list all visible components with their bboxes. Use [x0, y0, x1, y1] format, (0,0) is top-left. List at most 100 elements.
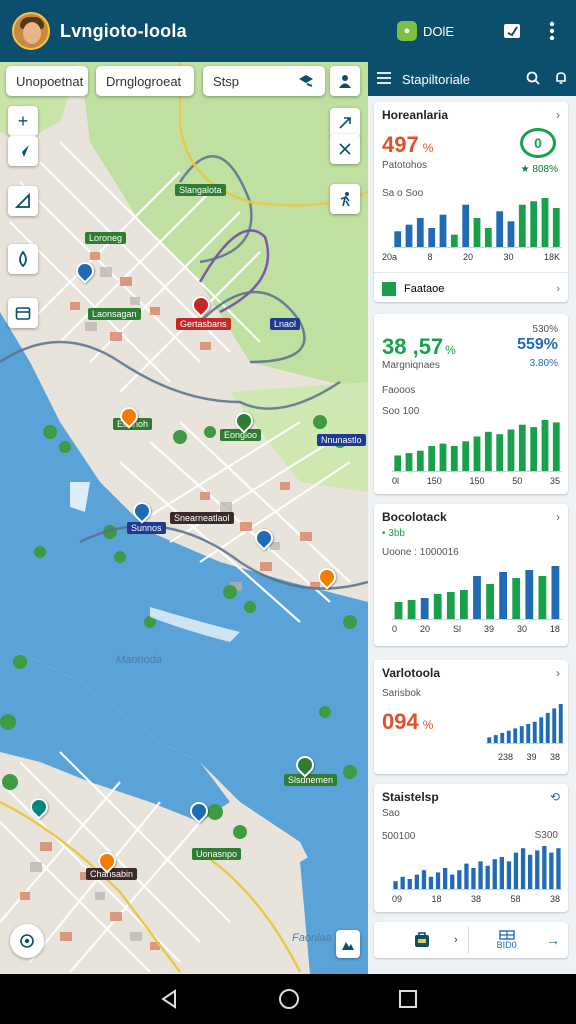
zoom-in-button[interactable]: + [8, 106, 38, 136]
stats-card[interactable]: Bocolotack › • 3bb Uoone : 1000016 0 20 … [374, 504, 568, 646]
tick-label: Sl [452, 624, 461, 634]
map-label[interactable]: Gertasbans [176, 318, 231, 330]
chevron-right-icon[interactable]: › [556, 108, 560, 122]
tick-label: 20 [462, 252, 473, 262]
chevron-right-icon[interactable]: › [454, 934, 458, 946]
chart-bar [507, 221, 515, 248]
map-label[interactable]: Lnaol [270, 318, 301, 330]
chart-bar [485, 865, 490, 890]
back-icon[interactable] [159, 989, 179, 1009]
chart-bar [530, 201, 538, 248]
chart-bar [407, 879, 412, 890]
card-footer-link[interactable]: Faataoe › [382, 282, 560, 296]
close-button[interactable] [330, 134, 360, 164]
chart-bar [496, 211, 504, 248]
bell-icon[interactable] [554, 71, 568, 88]
map-label[interactable]: Chansabin [86, 868, 138, 880]
chart-bar [506, 861, 512, 890]
chart-bar [400, 876, 405, 890]
status-chip[interactable]: ● DOlE [396, 21, 454, 41]
terrain-button[interactable] [336, 930, 360, 958]
tick-label: 35 [549, 476, 560, 486]
chart-bar [558, 704, 563, 744]
map-label[interactable]: Laonsagan [88, 308, 141, 320]
stats-card[interactable]: Horeanlaria › 497 % 0 Patotohos ★ 808% S… [374, 102, 568, 302]
map-search-input[interactable]: Stsp [203, 66, 325, 96]
chevron-right-icon[interactable]: › [556, 510, 560, 524]
chart-bar [394, 602, 403, 620]
tick-label: 38 [470, 894, 481, 904]
chart-bar [450, 234, 458, 248]
footer-link-label: Faataoe [404, 283, 445, 295]
arrow-right-icon[interactable]: → [546, 932, 560, 948]
map-label[interactable]: Uonasnpo [192, 848, 242, 860]
walk-icon [340, 192, 350, 207]
calendar-button[interactable] [8, 298, 38, 328]
compass-button[interactable] [8, 136, 38, 166]
right-val: S300 [534, 830, 558, 841]
tick-label: 150 [469, 476, 485, 486]
tick-label: 38 [549, 752, 560, 762]
legend-swatch [382, 282, 396, 296]
bar-chart [392, 198, 562, 248]
bag-icon[interactable] [412, 929, 432, 952]
layers-icon[interactable] [297, 73, 315, 90]
tick-label: 58 [510, 894, 521, 904]
map-view[interactable]: Slangalota Loroneg Laonsagan Gertasbans … [0, 62, 368, 974]
green-badge-icon: ● [396, 21, 417, 41]
map-label[interactable]: Loroneg [85, 232, 127, 244]
chart-bar [393, 881, 398, 890]
drop-icon [19, 251, 27, 267]
chart-bar [464, 863, 469, 890]
chart-bar [428, 228, 436, 248]
map-search-chip[interactable]: Unopoetnat [6, 66, 88, 96]
search-icon[interactable] [526, 71, 540, 88]
stats-card[interactable]: Varlotoola › Sarisbok 094 % 238 39 38 [374, 660, 568, 774]
tick-label: 39 [526, 752, 537, 762]
chart-bar [394, 455, 402, 472]
ruler-button[interactable] [8, 186, 38, 216]
map-label[interactable]: Slangalota [175, 184, 226, 196]
chart-bar [552, 708, 557, 744]
menu-icon[interactable] [376, 71, 392, 87]
map-search-chip[interactable]: Drnglogroeat [96, 66, 194, 96]
grid-button[interactable]: BID0 [497, 930, 517, 950]
tick-label: 38 [549, 894, 560, 904]
chart-bar [549, 852, 554, 890]
edit-icon[interactable] [500, 19, 524, 43]
chart-bar [532, 721, 537, 744]
grid-icon [498, 930, 515, 940]
card-title: Staistelsp [382, 790, 439, 804]
chart-bar [499, 572, 507, 620]
avatar[interactable] [12, 12, 50, 50]
chart-bar [552, 208, 560, 248]
chart-bar [520, 848, 526, 890]
card-value: 38 ,57 [382, 334, 444, 359]
chart-bar [473, 218, 481, 248]
walk-button[interactable] [330, 184, 360, 214]
stats-card[interactable]: Staistelsp ⟲ Sao 500100 S300 09 18 38 58… [374, 784, 568, 912]
card-unit: % [445, 343, 456, 357]
card-unit: % [422, 141, 434, 155]
stats-card[interactable]: 38 ,57 % 530% 559% 3.80% Margniqnaes Fao… [374, 314, 568, 494]
panel-title: Stapiltoriale [402, 71, 470, 87]
chevron-right-icon[interactable]: › [556, 666, 560, 680]
chart-bar [484, 228, 492, 248]
more-vert-icon[interactable] [540, 19, 564, 43]
recents-icon[interactable] [398, 990, 417, 1008]
chart-bar [513, 728, 518, 744]
drop-button[interactable] [8, 244, 38, 274]
system-nav-bar [0, 974, 576, 1024]
map-label[interactable]: Nnunastlo [317, 434, 366, 446]
chart-bar [420, 598, 429, 620]
link-icon[interactable]: ⟲ [550, 790, 560, 804]
my-location-button[interactable] [10, 924, 44, 958]
arrow-icon [339, 117, 351, 129]
map-label[interactable]: Slsdnemen [284, 774, 338, 786]
home-icon[interactable] [278, 988, 300, 1010]
tick-row: 238 39 38 [498, 752, 560, 762]
map-label[interactable]: Snearneatlaol [170, 512, 234, 524]
user-location-button[interactable] [330, 66, 360, 96]
map-label[interactable]: Sunnos [127, 522, 166, 534]
chart-bar [433, 594, 442, 620]
